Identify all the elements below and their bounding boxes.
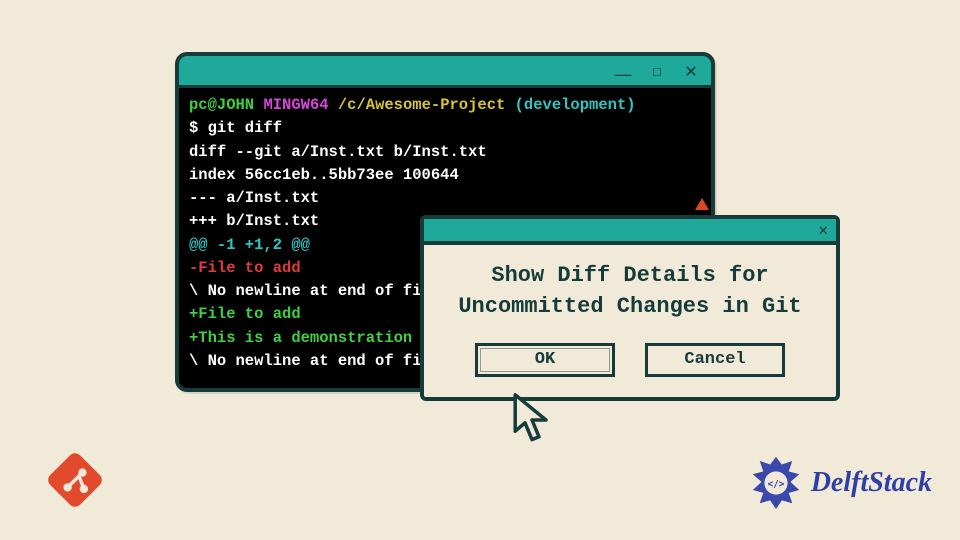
close-icon[interactable]: ✕ [818, 220, 828, 240]
git-logo-icon [40, 445, 110, 515]
prompt-env: MINGW64 [263, 96, 328, 114]
terminal-line: --- a/Inst.txt [189, 187, 701, 210]
terminal-line: diff --git a/Inst.txt b/Inst.txt [189, 141, 701, 164]
close-icon[interactable]: ✕ [679, 59, 703, 83]
svg-text:</>: </> [767, 479, 784, 490]
dialog-window: ✕ Show Diff Details for Uncommitted Chan… [420, 215, 840, 401]
delftstack-label: DelftStack [811, 467, 932, 499]
maximize-icon[interactable]: ☐ [645, 59, 669, 83]
ok-button[interactable]: OK [475, 343, 615, 377]
dialog-message: Show Diff Details for Uncommitted Change… [442, 261, 818, 323]
prompt-path: /c/Awesome-Project [338, 96, 505, 114]
dialog-buttons: OK Cancel [442, 343, 818, 377]
terminal-prompt: pc@JOHN MINGW64 /c/Awesome-Project (deve… [189, 94, 701, 117]
dialog-body: Show Diff Details for Uncommitted Change… [424, 245, 836, 397]
terminal-command: $ git diff [189, 117, 701, 140]
delftstack-icon: </> [747, 454, 805, 512]
dialog-line2: Uncommitted Changes in Git [442, 292, 818, 323]
prompt-user: pc@JOHN [189, 96, 254, 114]
dialog-titlebar: ✕ [424, 219, 836, 245]
dialog-line1: Show Diff Details for [442, 261, 818, 292]
terminal-line: index 56cc1eb..5bb73ee 100644 [189, 164, 701, 187]
delftstack-logo: </> DelftStack [747, 454, 932, 512]
minimize-icon[interactable]: _ [611, 59, 635, 83]
cursor-icon [508, 392, 556, 448]
terminal-titlebar: _ ☐ ✕ [179, 56, 711, 88]
scroll-indicator-icon[interactable] [695, 198, 709, 210]
prompt-branch: (development) [515, 96, 636, 114]
cancel-button[interactable]: Cancel [645, 343, 785, 377]
